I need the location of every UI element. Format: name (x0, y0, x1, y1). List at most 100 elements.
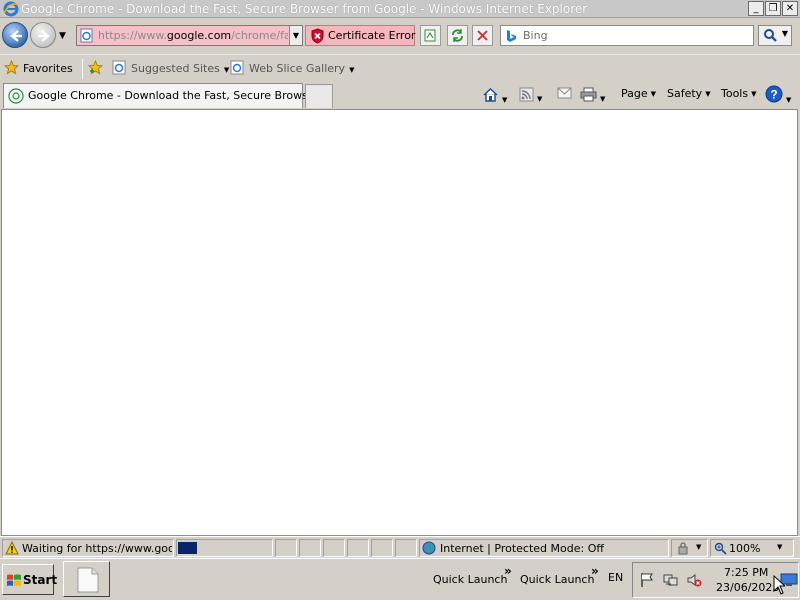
page-content-area[interactable] (1, 109, 798, 536)
close-window-button[interactable]: ✕ (782, 1, 798, 16)
stop-button[interactable] (472, 25, 493, 46)
help-button[interactable]: ? ▼ (765, 85, 791, 104)
clock-time[interactable]: 7:25 PM (724, 566, 768, 579)
mail-icon (557, 87, 572, 99)
search-placeholder: Bing (523, 29, 548, 42)
zoom-icon (714, 542, 727, 555)
feeds-button[interactable]: ▼ (519, 87, 542, 105)
help-dropdown-icon[interactable]: ▼ (786, 96, 791, 104)
taskbar-window-button[interactable] (63, 561, 110, 597)
restore-button[interactable]: ❐ (765, 1, 781, 16)
tab-row: Google Chrome - Download the Fast, Secur… (0, 81, 800, 109)
printer-icon (580, 87, 597, 102)
stop-icon (477, 30, 488, 41)
print-dropdown-icon[interactable]: ▼ (600, 95, 605, 103)
safety-menu[interactable]: Safety ▼ (667, 87, 711, 105)
start-button[interactable]: Start (2, 564, 58, 595)
tools-menu[interactable]: Tools ▼ (721, 87, 757, 105)
back-button[interactable] (2, 22, 28, 48)
home-icon (483, 88, 498, 102)
volume-muted-icon[interactable] (686, 572, 702, 588)
status-pane-empty (275, 539, 297, 557)
suggested-sites-link[interactable]: Suggested Sites ▼ (112, 60, 229, 77)
zoom-dropdown-icon[interactable]: ▼ (777, 543, 782, 551)
rss-feed-icon (519, 87, 534, 102)
feeds-dropdown-icon[interactable]: ▼ (537, 95, 542, 103)
quick-launch-chevron-icon[interactable]: » (591, 564, 599, 578)
status-pane-empty (299, 539, 321, 557)
tab-google-chrome[interactable]: Google Chrome - Download the Fast, Secur… (3, 83, 333, 108)
start-label: Start (23, 573, 58, 587)
clock-date[interactable]: 23/06/2023 (716, 581, 779, 594)
tools-dropdown-icon: ▼ (751, 90, 757, 98)
url-prefix: https://www. (98, 29, 167, 42)
language-indicator[interactable]: EN (608, 571, 623, 584)
web-slice-dropdown-icon[interactable]: ▼ (349, 66, 354, 74)
protected-mode-dropdown-icon[interactable]: ▼ (696, 543, 701, 551)
shield-error-icon (311, 28, 324, 44)
search-box[interactable]: Bing (500, 25, 754, 46)
add-to-favorites-bar-button[interactable] (88, 60, 107, 77)
search-icon (764, 29, 777, 42)
suggested-sites-label: Suggested Sites (131, 62, 220, 75)
refresh-button[interactable] (447, 25, 468, 46)
warning-icon (5, 541, 19, 555)
svg-text:?: ? (770, 88, 777, 102)
progress-bar (176, 539, 273, 557)
progress-fill (178, 542, 197, 554)
back-arrow-icon (10, 30, 22, 42)
search-button[interactable]: ▼ (758, 25, 792, 46)
favorites-separator (82, 59, 83, 79)
web-slice-gallery-link[interactable]: Web Slice Gallery ▼ (230, 60, 354, 77)
status-text-pane: Waiting for https://www.google (2, 539, 174, 557)
forward-button[interactable] (30, 22, 56, 48)
favorites-button[interactable]: Favorites (4, 60, 73, 77)
page-menu-label: Page (621, 87, 648, 100)
protected-mode-pane[interactable]: ▼ (671, 539, 708, 557)
recent-pages-dropdown-icon[interactable]: ▼ (59, 31, 66, 41)
status-pane-empty (347, 539, 369, 557)
home-dropdown-icon[interactable]: ▼ (502, 96, 507, 104)
address-url[interactable]: https://www.google.com/chrome/fallb (98, 29, 288, 42)
security-zone-pane[interactable]: Internet | Protected Mode: Off (419, 539, 669, 557)
certificate-error-button[interactable]: Certificate Error (305, 25, 415, 46)
favorites-bar: Favorites Suggested Sites ▼ Web Slice Gal… (0, 54, 800, 81)
ie-page-icon (112, 60, 126, 75)
minimize-button[interactable]: _ (748, 1, 764, 16)
lock-settings-icon (678, 542, 688, 555)
quick-launch-toolbar[interactable]: Quick Launch (520, 573, 594, 586)
chrome-favicon-icon (8, 88, 24, 104)
favorites-label: Favorites (23, 62, 73, 75)
new-tab-button[interactable] (305, 84, 333, 108)
print-button[interactable]: ▼ (580, 87, 605, 105)
url-path: /chrome/fallb (231, 29, 288, 42)
document-icon (77, 567, 99, 593)
address-dropdown-icon[interactable]: ▼ (289, 26, 302, 45)
quick-launch-chevron-icon[interactable]: » (504, 564, 512, 578)
ie-logo-icon (3, 1, 19, 17)
zoom-level: 100% (729, 542, 761, 555)
network-icon[interactable] (663, 572, 679, 588)
address-bar[interactable]: https://www.google.com/chrome/fallb ▼ (76, 25, 303, 46)
status-bar: Waiting for https://www.google Internet … (0, 536, 800, 558)
home-button[interactable]: ▼ (482, 87, 507, 105)
page-dropdown-icon: ▼ (650, 90, 657, 98)
suggested-sites-dropdown-icon[interactable]: ▼ (224, 66, 229, 74)
refresh-icon (452, 29, 463, 42)
taskbar: Start Quick Launch » Quick Launch » EN 7… (0, 558, 800, 600)
read-mail-button[interactable] (557, 87, 572, 105)
title-bar: Google Chrome - Download the Fast, Secur… (0, 0, 800, 18)
search-options-dropdown-icon[interactable]: ▼ (782, 29, 788, 38)
compatibility-view-button[interactable] (420, 25, 441, 46)
status-pane-empty (395, 539, 417, 557)
page-icon (80, 28, 93, 43)
globe-icon (422, 541, 436, 555)
status-pane-empty (371, 539, 393, 557)
tab-label: Google Chrome - Download the Fast, Secur… (28, 89, 334, 102)
quick-launch-toolbar[interactable]: Quick Launch (433, 573, 507, 586)
action-center-flag-icon[interactable] (639, 572, 655, 588)
page-menu[interactable]: Page ▼ (621, 87, 656, 105)
window-title: Google Chrome - Download the Fast, Secur… (21, 2, 588, 16)
zoom-control[interactable]: 100% ▼ (710, 539, 794, 557)
safety-dropdown-icon: ▼ (705, 90, 711, 98)
